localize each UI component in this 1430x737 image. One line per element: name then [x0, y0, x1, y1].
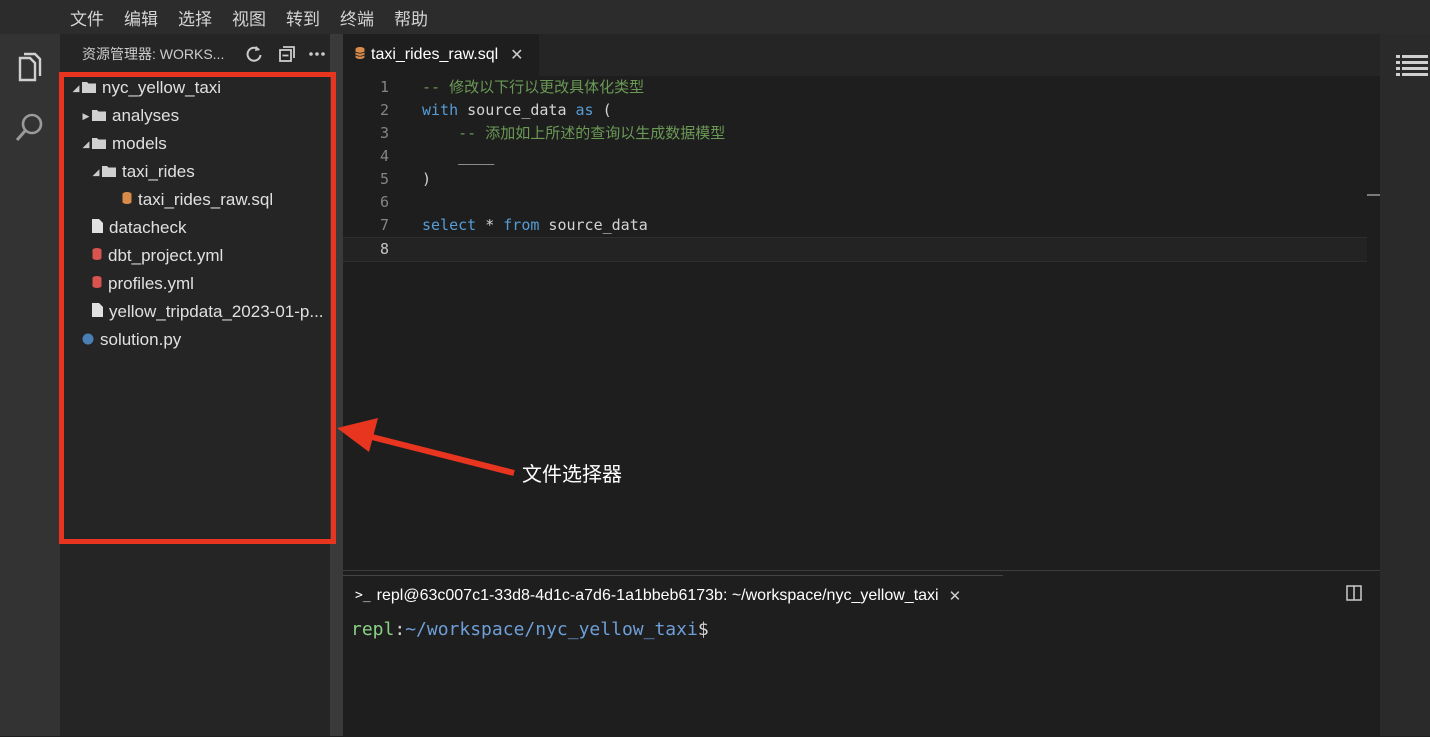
annotation-label: 文件选择器 — [522, 464, 622, 486]
annotation-arrow — [337, 418, 515, 476]
